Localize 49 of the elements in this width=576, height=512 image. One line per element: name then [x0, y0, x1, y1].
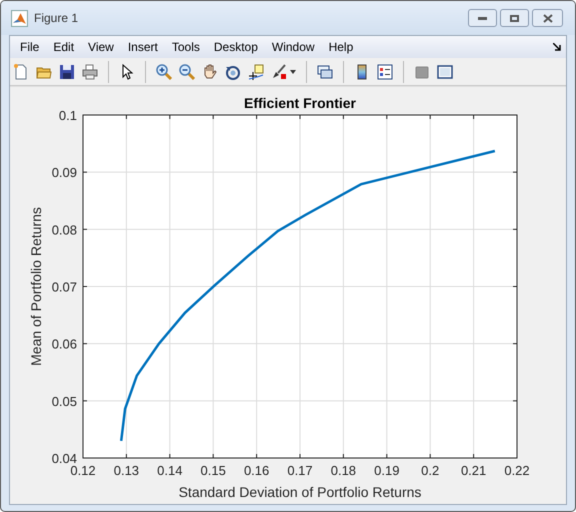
menu-item[interactable]: Tools [164, 38, 207, 56]
panel-layout-icon[interactable] [437, 64, 453, 80]
square-icon[interactable] [414, 64, 430, 80]
close-icon [542, 14, 552, 22]
tick-label: 0.12 [70, 463, 96, 478]
tick-label: 0.16 [244, 463, 270, 478]
menu-item[interactable]: File [13, 38, 46, 56]
x-axis-label: Standard Deviation of Portfolio Returns [178, 484, 422, 500]
tick-label: 0.07 [52, 280, 77, 294]
window-title: Figure 1 [34, 10, 78, 27]
tick-label: 0.05 [52, 394, 77, 409]
tick-label: 0.09 [52, 165, 77, 180]
tick-label: 0.13 [114, 463, 140, 478]
tick-label: 0.22 [504, 463, 530, 478]
hand-icon[interactable] [202, 64, 218, 80]
printer-icon[interactable] [82, 64, 98, 80]
y-axis-label: Mean of Portfolio Returns [28, 207, 44, 366]
new-file-icon[interactable] [13, 64, 29, 80]
zoom-in-icon[interactable] [156, 64, 172, 80]
caret-icon[interactable] [290, 70, 296, 74]
tick-label: 0.21 [460, 463, 486, 478]
dock-arrow-icon[interactable] [553, 43, 561, 51]
tick-label: 0.04 [52, 451, 77, 466]
tick-label: 0.14 [157, 463, 182, 478]
chart-title: Efficient Frontier [244, 95, 356, 111]
linked-windows-icon[interactable] [317, 64, 333, 80]
tick-label: 0.15 [200, 463, 226, 478]
menu-item[interactable]: View [81, 38, 121, 56]
menu-item[interactable]: Edit [46, 38, 82, 56]
tick-label: 0.06 [52, 336, 77, 352]
tick-label: 0.1 [58, 108, 77, 123]
menu-item[interactable]: Help [322, 38, 360, 56]
minimize-button[interactable] [468, 9, 497, 27]
menu-item[interactable]: Window [264, 38, 322, 56]
tick-label: 0.17 [287, 463, 313, 478]
tick-label: 0.08 [52, 222, 77, 238]
tick-label: 0.2 [421, 463, 440, 478]
menu-item[interactable]: Desktop [206, 38, 265, 56]
brush-icon[interactable] [271, 64, 287, 80]
rotate-icon[interactable] [225, 64, 241, 80]
app-logo-icon [11, 10, 28, 26]
tick-label: 0.19 [374, 463, 400, 478]
menu-item[interactable]: Insert [120, 38, 165, 56]
restore-button[interactable] [500, 9, 529, 27]
zoom-out-icon[interactable] [179, 64, 195, 80]
data-cursor-icon[interactable] [248, 64, 264, 80]
close-button[interactable] [532, 9, 563, 27]
tick-label: 0.18 [330, 463, 356, 478]
legend-icon[interactable] [377, 64, 393, 80]
